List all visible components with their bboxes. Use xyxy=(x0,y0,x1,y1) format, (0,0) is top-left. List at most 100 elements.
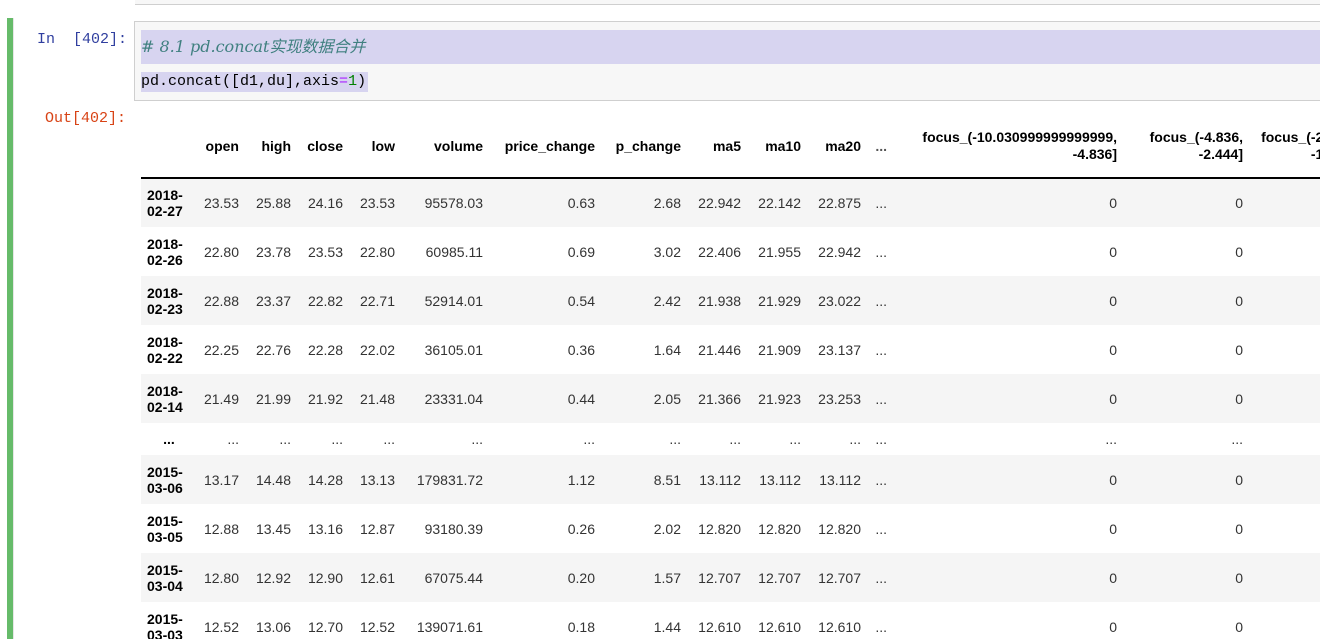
row-index-line: 2015- xyxy=(147,561,183,578)
table-cell: 23.137 xyxy=(818,341,861,358)
table-cell: 13.112 xyxy=(759,471,801,488)
table-cell: 0.63 xyxy=(567,195,595,211)
table-row: 2015- 03-05 12.88 13.45 13.16 12.87 93180.39 0.… xyxy=(141,504,1320,553)
table-cell: ... xyxy=(849,431,861,447)
table-cell: 0 xyxy=(1235,520,1243,537)
table-row: 2015- 03-04 12.80 12.92 12.90 12.61 67075.44 0.… xyxy=(141,553,1320,602)
table-cell: 23.022 xyxy=(818,292,861,309)
previous-cell-output xyxy=(135,0,1320,5)
row-index-line: 02-23 xyxy=(147,300,183,317)
row-index-line: 03-03 xyxy=(147,626,183,639)
table-cell: 67075.44 xyxy=(424,569,483,586)
table-cell: 21.929 xyxy=(758,292,801,309)
table-cell: 22.28 xyxy=(307,341,343,358)
table-cell: ... xyxy=(227,431,239,447)
table-cell: 21.923 xyxy=(758,390,801,407)
table-cell: 0 xyxy=(1235,569,1243,586)
table-cell: 23.53 xyxy=(203,195,239,211)
code-editor[interactable]: # 8.1 pd.concat实现数据合并 pd.concat([d1,du],… xyxy=(134,21,1320,101)
table-cell: 0 xyxy=(1235,618,1243,635)
column-header: focus_(-4.836, -2.444] xyxy=(1123,110,1249,179)
table-cell: ... xyxy=(279,431,291,447)
column-header-line: focus_(-2.4 xyxy=(1261,128,1320,145)
table-row: 2018- 02-23 22.88 23.37 22.82 22.71 52914.01 0.… xyxy=(141,276,1320,325)
table-cell: 21.938 xyxy=(698,292,741,309)
table-cell: 22.88 xyxy=(203,292,239,309)
table-cell: 36105.01 xyxy=(424,341,483,358)
index-header xyxy=(141,110,197,179)
table-cell: 0 xyxy=(1109,243,1117,260)
table-cell xyxy=(1249,227,1320,276)
table-cell: 23.253 xyxy=(818,390,861,407)
table-cell: 22.80 xyxy=(359,243,395,260)
table-cell: ... xyxy=(875,520,887,537)
row-index-line: 2018- xyxy=(147,382,183,399)
table-cell: 2.68 xyxy=(653,195,681,211)
column-header: focus_(-2.4-1.3 xyxy=(1249,110,1320,179)
output-area[interactable]: open high close low volume price_change p_chan… xyxy=(141,110,1320,639)
table-cell xyxy=(1249,374,1320,423)
table-cell: ... xyxy=(1231,431,1243,447)
table-cell: 21.366 xyxy=(698,390,741,407)
table-cell: 23331.04 xyxy=(424,390,483,407)
table-cell: 21.955 xyxy=(758,243,801,260)
table-cell: 22.82 xyxy=(307,292,343,309)
table-cell: 24.16 xyxy=(307,195,343,211)
table-cell: 0 xyxy=(1109,520,1117,537)
code-line-comment[interactable]: # 8.1 pd.concat实现数据合并 xyxy=(141,30,1320,64)
code-number: 1 xyxy=(348,73,358,90)
row-index-line: 02-14 xyxy=(147,398,183,415)
table-cell: 0 xyxy=(1235,195,1243,211)
table-cell: 22.71 xyxy=(359,292,395,309)
table-cell xyxy=(1249,325,1320,374)
table-cell: 8.51 xyxy=(653,471,681,488)
row-index-line: 2015- xyxy=(147,463,183,480)
table-row: 2018- 02-27 23.53 25.88 24.16 23.53 95578.03 0.… xyxy=(141,178,1320,227)
table-cell: 21.49 xyxy=(203,390,239,407)
table-cell: ... xyxy=(331,431,343,447)
table-cell: ... xyxy=(875,243,887,260)
column-header: open xyxy=(197,110,245,179)
table-cell: 14.48 xyxy=(255,471,291,488)
input-prompt: In [402]: xyxy=(37,31,128,48)
table-cell: 0 xyxy=(1109,390,1117,407)
table-cell: 23.53 xyxy=(307,243,343,260)
previous-cell-edge xyxy=(0,0,1320,7)
row-index-line: 03-04 xyxy=(147,577,183,594)
row-index: ... xyxy=(141,423,197,455)
table-cell: 22.25 xyxy=(203,341,239,358)
row-index-line: 02-26 xyxy=(147,251,183,268)
table-cell: 23.37 xyxy=(255,292,291,309)
table-cell: 95578.03 xyxy=(424,195,483,211)
output-prompt: Out[402]: xyxy=(45,110,127,127)
table-cell: 14.28 xyxy=(307,471,343,488)
row-index: 2015- 03-05 xyxy=(141,504,197,553)
table-cell: 3.02 xyxy=(653,243,681,260)
table-cell: 2.02 xyxy=(653,520,681,537)
table-cell: 12.90 xyxy=(307,569,343,586)
table-cell: 0 xyxy=(1109,618,1117,635)
table-cell: 12.52 xyxy=(203,618,239,635)
table-cell: 0 xyxy=(1235,243,1243,260)
table-cell: ... xyxy=(471,431,483,447)
table-cell xyxy=(1249,602,1320,639)
table-cell: 2.42 xyxy=(653,292,681,309)
table-cell: 13.45 xyxy=(255,520,291,537)
row-index-line: 02-22 xyxy=(147,349,183,366)
column-header: high xyxy=(245,110,297,179)
table-cell: ... xyxy=(583,431,595,447)
table-cell: 12.707 xyxy=(818,569,861,586)
column-header-line: -1.3 xyxy=(1310,145,1320,162)
code-line-statement[interactable]: pd.concat([d1,du],axis=1) xyxy=(141,72,369,92)
table-cell: 1.12 xyxy=(567,471,595,488)
table-cell: 22.76 xyxy=(255,341,291,358)
table-cell: 0.18 xyxy=(567,618,595,635)
table-row: 2015- 03-03 12.52 13.06 12.70 12.52 139071.61 0… xyxy=(141,602,1320,639)
table-cell: ... xyxy=(875,292,887,309)
table-cell: 0 xyxy=(1109,569,1117,586)
table-cell: 179831.72 xyxy=(416,471,483,488)
row-index-line: 03-06 xyxy=(147,479,183,496)
table-cell: 0 xyxy=(1109,471,1117,488)
notebook-cell[interactable]: In [402]: # 8.1 pd.concat实现数据合并 pd.conca… xyxy=(7,18,1320,639)
column-header: p_change xyxy=(601,110,687,179)
